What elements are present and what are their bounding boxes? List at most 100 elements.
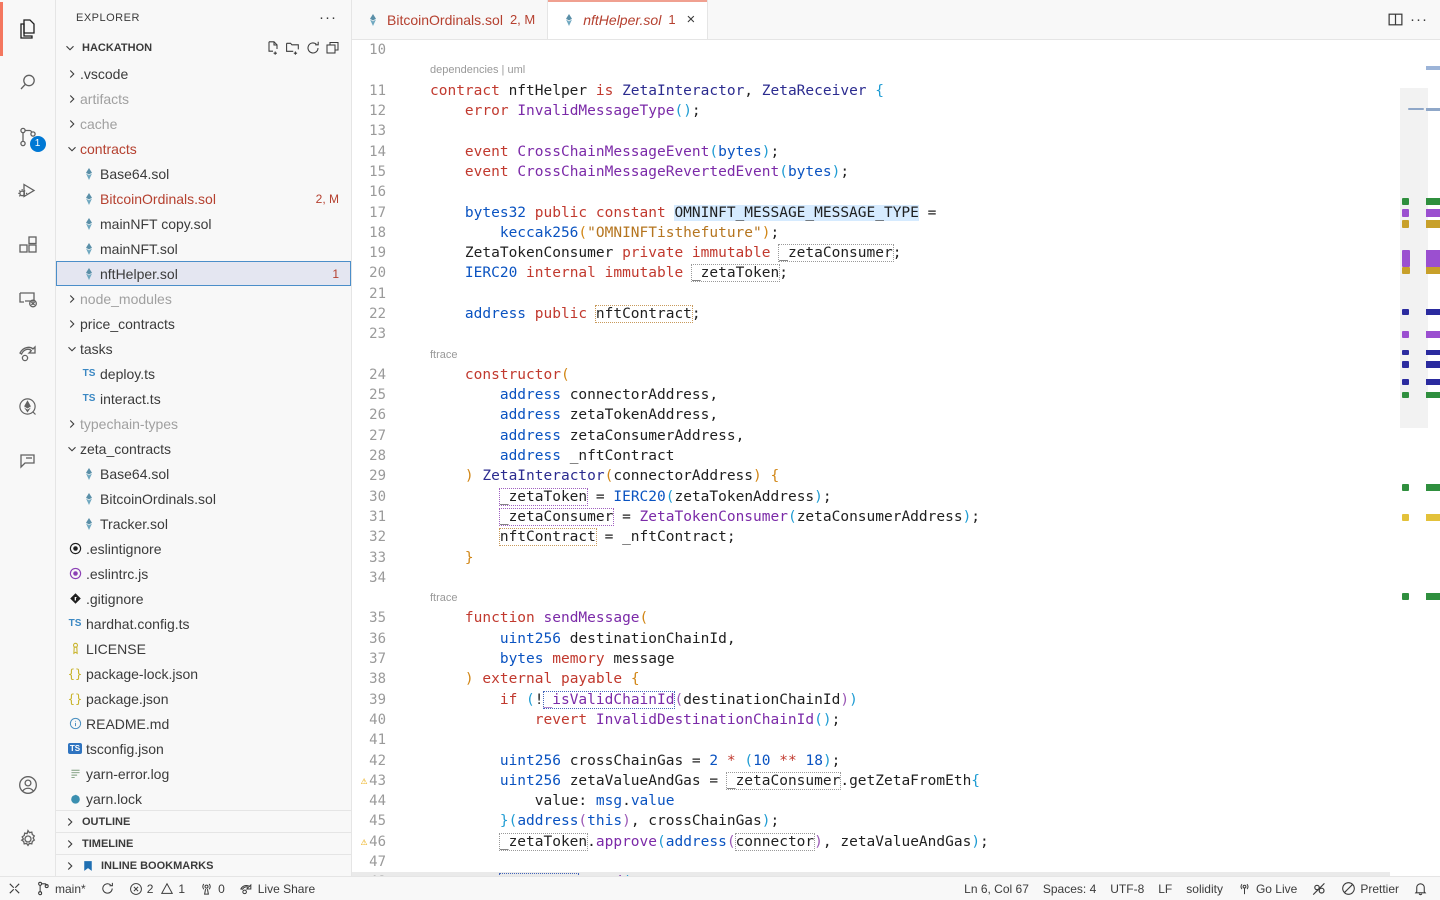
workspace-section-header[interactable]: HACKATHON [56, 35, 351, 61]
line-text[interactable]: } [402, 550, 474, 566]
code-line[interactable]: 40 revert InvalidDestinationChainId(); [352, 710, 1390, 730]
tree-item-contracts[interactable]: contracts [56, 136, 351, 161]
tree-item-eslintignore[interactable]: .eslintignore [56, 536, 351, 561]
warning-icon[interactable]: ⚠ [356, 835, 372, 848]
code-line[interactable]: 32 nftContract = _nftContract; [352, 527, 1390, 547]
line-text[interactable]: connector.send( [402, 873, 631, 876]
line-text[interactable]: address _nftContract [402, 448, 675, 464]
code-line[interactable]: 27 address zetaConsumerAddress, [352, 426, 1390, 446]
line-text[interactable]: bytes memory message [402, 651, 675, 667]
line-text[interactable]: address connectorAddress, [402, 387, 718, 403]
refresh-icon[interactable] [305, 40, 321, 56]
line-text[interactable]: ) external payable { [402, 671, 640, 687]
tree-item-tracker-sol[interactable]: Tracker.sol [56, 511, 351, 536]
status-prettier[interactable]: Prettier [1334, 877, 1406, 900]
status-editor-eol[interactable]: LF [1151, 877, 1179, 900]
tree-item-base64-sol[interactable]: Base64.sol [56, 161, 351, 186]
tree-item-node-modules[interactable]: node_modules [56, 286, 351, 311]
line-text[interactable]: function sendMessage( [402, 610, 648, 626]
code-line[interactable]: 11 contract nftHelper is ZetaInteractor, … [352, 81, 1390, 101]
line-text[interactable]: keccak256("OMNINFTisthefuture"); [402, 225, 779, 241]
line-text[interactable]: error InvalidMessageType(); [402, 103, 701, 119]
line-text[interactable]: bytes32 public constant OMNINFT_MESSAGE_… [402, 204, 936, 221]
code-line[interactable]: 41 [352, 730, 1390, 750]
status-editor-position[interactable]: Ln 6, Col 67 [957, 877, 1036, 900]
code-line[interactable]: 29 ) ZetaInteractor(connectorAddress) { [352, 466, 1390, 486]
code-line[interactable]: 25 address connectorAddress, [352, 385, 1390, 405]
activity-item-search[interactable] [0, 56, 56, 110]
status-sync-changes[interactable] [93, 877, 122, 900]
new-folder-icon[interactable] [285, 40, 301, 56]
activity-item-settings[interactable] [0, 812, 56, 866]
split-editor-icon[interactable] [1387, 11, 1404, 28]
code-content[interactable]: 10 dependencies | uml 11 contract nftHelper… [352, 40, 1390, 876]
activity-item-explorer[interactable] [0, 2, 56, 56]
activity-item-chat[interactable] [0, 434, 56, 488]
tree-item-cache[interactable]: cache [56, 111, 351, 136]
code-line[interactable]: ⚠ 46 _zetaToken.approve(address(connector… [352, 832, 1390, 852]
overview-ruler[interactable] [1426, 40, 1440, 876]
code-lens[interactable]: ftrace [352, 588, 1390, 608]
file-tree[interactable]: .vscode artifacts cache contracts Base64.sol… [56, 61, 351, 810]
tree-item-tasks[interactable]: tasks [56, 336, 351, 361]
tree-item-hardhat-config-ts[interactable]: TS hardhat.config.ts [56, 611, 351, 636]
code-line[interactable]: 19 ZetaTokenConsumer private immutable _… [352, 243, 1390, 263]
line-text[interactable]: uint256 zetaValueAndGas = _zetaConsumer.… [402, 771, 980, 790]
code-line[interactable]: 14 event CrossChainMessageEvent(bytes); [352, 141, 1390, 161]
status-slack[interactable] [1304, 877, 1334, 900]
code-line[interactable]: 34 [352, 568, 1390, 588]
collapse-all-icon[interactable] [325, 40, 341, 56]
new-file-icon[interactable] [265, 40, 281, 56]
tree-item-zeta-contracts[interactable]: zeta_contracts [56, 436, 351, 461]
tree-item-deploy-ts[interactable]: TS deploy.ts [56, 361, 351, 386]
line-text[interactable]: nftContract = _nftContract; [402, 528, 736, 547]
status-editor-language[interactable]: solidity [1179, 877, 1230, 900]
tree-item-base64-sol[interactable]: Base64.sol [56, 461, 351, 486]
tree-item-artifacts[interactable]: artifacts [56, 86, 351, 111]
line-text[interactable]: event CrossChainMessageRevertedEvent(byt… [402, 164, 849, 180]
line-text[interactable]: _zetaToken.approve(address(connector), z… [402, 832, 989, 851]
code-line[interactable]: 38 ) external payable { [352, 669, 1390, 689]
line-text[interactable]: value: msg.value [402, 793, 675, 809]
code-line[interactable]: 39 if (!_isValidChainId(destinationChain… [352, 690, 1390, 710]
activity-item-ethereum[interactable] [0, 380, 56, 434]
line-text[interactable]: _zetaConsumer = ZetaTokenConsumer(zetaCo… [402, 507, 980, 526]
code-line[interactable]: 12 error InvalidMessageType(); [352, 101, 1390, 121]
line-text[interactable]: if (!_isValidChainId(destinationChainId)… [402, 690, 858, 709]
code-lens-label[interactable]: ftrace [352, 592, 458, 604]
activity-item-extensions[interactable] [0, 218, 56, 272]
editor-scrollbar-slider[interactable] [1426, 66, 1440, 70]
tree-item-yarn-error-log[interactable]: yarn-error.log [56, 761, 351, 786]
code-line[interactable]: 33 } [352, 547, 1390, 567]
status-remote-indicator[interactable] [0, 877, 29, 900]
code-line[interactable]: 45 }(address(this), crossChainGas); [352, 811, 1390, 831]
line-text[interactable]: _zetaToken = IERC20(zetaTokenAddress); [402, 487, 832, 506]
code-lens[interactable]: dependencies | uml [352, 60, 1390, 80]
panel-timeline[interactable]: TIMELINE [56, 832, 351, 854]
code-line[interactable]: ⚠48 connector.send( [352, 872, 1390, 876]
tree-item-license[interactable]: LICENSE [56, 636, 351, 661]
status-scm-branch[interactable]: main* [29, 877, 93, 900]
line-text[interactable]: ) ZetaInteractor(connectorAddress) { [402, 468, 779, 484]
line-text[interactable]: uint256 destinationChainId, [402, 631, 736, 647]
tree-item-eslintrc-js[interactable]: .eslintrc.js [56, 561, 351, 586]
code-line[interactable]: 37 bytes memory message [352, 649, 1390, 669]
activity-item-live-share[interactable] [0, 326, 56, 380]
code-line[interactable]: 13 [352, 121, 1390, 141]
code-lens-label[interactable]: dependencies | uml [352, 64, 525, 76]
activity-item-remote-explorer[interactable] [0, 272, 56, 326]
code-line[interactable]: 18 keccak256("OMNINFTisthefuture"); [352, 223, 1390, 243]
tree-item-yarn-lock[interactable]: yarn.lock [56, 786, 351, 810]
close-icon[interactable]: × [687, 12, 696, 27]
sidebar-more-actions-icon[interactable]: ··· [313, 9, 343, 26]
tree-item-nfthelper-sol[interactable]: nftHelper.sol 1 [56, 261, 351, 286]
tree-item-mainnft-copy-sol[interactable]: mainNFT copy.sol [56, 211, 351, 236]
tree-item-bitcoinordinals-sol[interactable]: BitcoinOrdinals.sol 2, M [56, 186, 351, 211]
code-line[interactable]: 15 event CrossChainMessageRevertedEvent(… [352, 162, 1390, 182]
minimap[interactable] [1390, 40, 1440, 876]
code-line[interactable]: 42 uint256 crossChainGas = 2 * (10 ** 18… [352, 750, 1390, 770]
status-go-live[interactable]: Go Live [1230, 877, 1304, 900]
status-editor-encoding[interactable]: UTF-8 [1103, 877, 1151, 900]
activity-item-run-and-debug[interactable] [0, 164, 56, 218]
line-text[interactable]: constructor( [402, 367, 570, 383]
